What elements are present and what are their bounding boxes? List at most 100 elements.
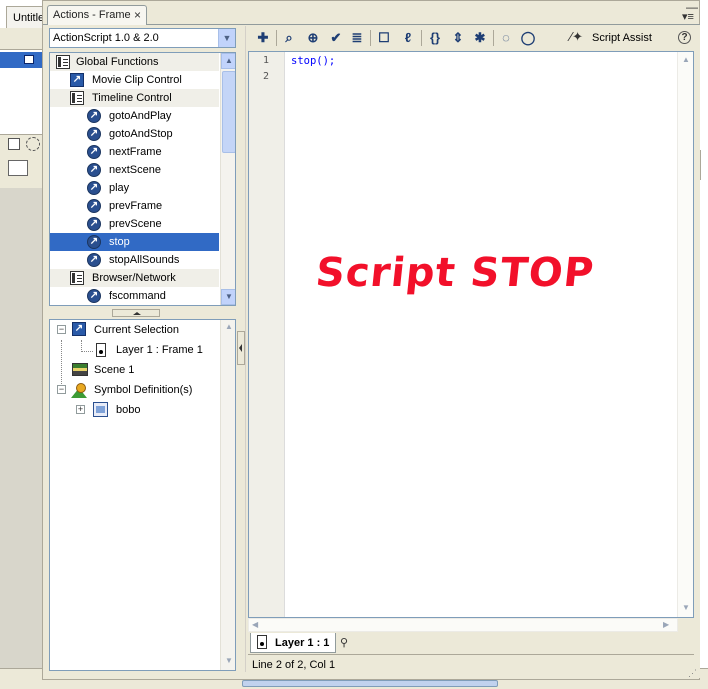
close-icon[interactable]: × [134, 8, 141, 22]
toolbox-item-label: fscommand [109, 290, 166, 302]
collapse-left-pane-handle[interactable] [237, 331, 245, 365]
scroll-up-icon[interactable]: ▲ [682, 55, 690, 64]
debug-options-icon[interactable]: ℓ [398, 28, 418, 48]
background-selected-row[interactable] [0, 52, 42, 68]
nav-symbol-bobo[interactable]: + bobo [50, 400, 220, 420]
cursor-position: Line 2 of 2, Col 1 [252, 659, 336, 671]
toolbox-item-label: prevFrame [109, 200, 163, 212]
chevron-down-icon[interactable]: ▼ [218, 29, 235, 47]
layer-tab-label: Layer 1 : 1 [275, 637, 330, 649]
scrollbar-thumb[interactable] [222, 71, 235, 153]
nav-frame[interactable]: Layer 1 : Frame 1 [50, 340, 220, 360]
editor-horizontal-scrollbar[interactable]: ◀ ▶ [248, 618, 678, 632]
function-icon: ↗ [87, 163, 101, 177]
toolbar-separator [370, 30, 371, 46]
check-syntax-icon[interactable]: ✔ [326, 28, 346, 48]
toolbox-item-nextframe[interactable]: ↗ nextFrame [50, 143, 219, 161]
apply-line-comment-icon[interactable]: ◯ [518, 28, 538, 48]
toolbox-item-stop[interactable]: ↗ stop [50, 233, 219, 251]
scene-icon [72, 363, 88, 376]
toolbox-item-gotoandstop[interactable]: ↗ gotoAndStop [50, 125, 219, 143]
toolbox-item-label: gotoAndPlay [109, 110, 172, 122]
toolbox-item-prevscene[interactable]: ↗ prevScene [50, 215, 219, 233]
find-icon[interactable]: ⌕ [279, 28, 299, 48]
background-toolbar [0, 28, 42, 50]
nav-current-selection[interactable]: − ↗ Current Selection [50, 320, 220, 340]
background-scrollbar-thumb[interactable] [242, 680, 498, 687]
scroll-down-icon[interactable]: ▼ [221, 289, 235, 305]
add-statement-icon[interactable]: ✚ [253, 28, 273, 48]
layer-tab[interactable]: Layer 1 : 1 [250, 633, 336, 653]
script-editor[interactable]: 1 2 stop(); ▲ ▼ [248, 51, 694, 618]
collapse-between-braces-icon[interactable]: {} [425, 28, 445, 48]
pane-divider [245, 26, 246, 672]
expand-all-icon[interactable]: ✱ [470, 28, 490, 48]
status-bar: Line 2 of 2, Col 1 [248, 654, 694, 672]
panel-options-menu-icon[interactable]: ▾≡ [682, 10, 694, 23]
editor-vertical-scrollbar[interactable]: ▲ ▼ [677, 52, 693, 617]
actions-toolbar: ✚ ⌕ ⊕ ✔ ≣ ☐ ℓ {} ⇕ ✱ ◌ ◯ ⁄✦ Script Assis… [248, 26, 698, 50]
toolbox-collapse-handle[interactable] [112, 309, 160, 317]
onion-skin-icon[interactable] [26, 137, 40, 151]
navigator-scrollbar[interactable]: ▲ ▼ [220, 320, 235, 670]
insert-layer-icon[interactable] [8, 138, 20, 150]
auto-format-icon[interactable]: ≣ [347, 28, 367, 48]
collapse-icon[interactable]: − [57, 325, 66, 334]
expand-icon[interactable]: + [76, 405, 85, 414]
toolbox-item-label: stopAllSounds [109, 254, 180, 266]
actions-panel-tab[interactable]: Actions - Frame × [47, 5, 147, 25]
help-icon[interactable]: ? [678, 31, 691, 44]
toolbox-item-label: play [109, 182, 130, 194]
collapse-selection-icon[interactable]: ⇕ [448, 28, 468, 48]
function-icon: ↗ [87, 253, 101, 267]
nav-symbol-definitions[interactable]: − Symbol Definition(s) [50, 380, 220, 400]
scroll-down-icon[interactable]: ▼ [682, 603, 690, 612]
actions-toolbox: Global Functions ↗ Movie Clip Control Timel… [49, 52, 236, 306]
toolbox-item-prevframe[interactable]: ↗ prevFrame [50, 197, 219, 215]
collapse-icon[interactable]: − [57, 385, 66, 394]
scroll-right-icon[interactable]: ▶ [663, 620, 669, 629]
scroll-up-icon[interactable]: ▲ [225, 322, 233, 331]
script-navigator: − ↗ Current Selection Layer 1 : Frame 1 … [49, 319, 236, 671]
toolbox-item-stopallsounds[interactable]: ↗ stopAllSounds [50, 251, 219, 269]
movieclip-icon: ↗ [70, 73, 84, 87]
scroll-up-icon[interactable]: ▲ [221, 53, 235, 69]
show-code-hint-icon[interactable]: ☐ [374, 28, 394, 48]
toolbox-item-timeline-control[interactable]: Timeline Control [50, 89, 219, 107]
function-icon: ↗ [87, 289, 101, 303]
nav-scene[interactable]: Scene 1 [50, 360, 220, 380]
function-icon: ↗ [87, 217, 101, 231]
scroll-left-icon[interactable]: ◀ [252, 620, 258, 629]
function-icon: ↗ [87, 199, 101, 213]
toolbox-item-label: Global Functions [76, 56, 159, 68]
pin-script-icon[interactable]: ⚲ [340, 636, 354, 649]
book-icon [70, 271, 84, 285]
toolbox-item-nextscene[interactable]: ↗ nextScene [50, 161, 219, 179]
nav-label: bobo [116, 404, 141, 416]
layer-icon [24, 55, 34, 64]
toolbar-separator [493, 30, 494, 46]
scroll-down-icon[interactable]: ▼ [225, 656, 233, 665]
line-number-gutter: 1 2 [249, 52, 285, 617]
actionscript-version-select[interactable]: ActionScript 1.0 & 2.0 ▼ [49, 28, 236, 48]
background-stage [0, 188, 42, 668]
edit-multiple-frames-icon[interactable] [8, 160, 28, 176]
toolbox-item-global-functions[interactable]: Global Functions [50, 53, 219, 71]
toolbox-scrollbar[interactable]: ▲ ▼ [220, 53, 235, 305]
function-icon: ↗ [87, 127, 101, 141]
toolbox-item-browser-network[interactable]: Browser/Network [50, 269, 219, 287]
resize-grip-icon[interactable]: ⋰ [688, 668, 697, 679]
toolbox-item-gotoandplay[interactable]: ↗ gotoAndPlay [50, 107, 219, 125]
toolbox-item-play[interactable]: ↗ play [50, 179, 219, 197]
apply-block-comment-icon[interactable]: ◌ [496, 28, 516, 48]
insert-target-path-icon[interactable]: ⊕ [303, 28, 323, 48]
toolbox-item-label: gotoAndStop [109, 128, 173, 140]
graphic-symbol-icon [93, 402, 108, 417]
code-line[interactable]: stop(); [291, 55, 335, 67]
toolbar-separator [421, 30, 422, 46]
toolbox-item-fscommand[interactable]: ↗ fscommand [50, 287, 219, 305]
keyframe-icon [96, 343, 106, 357]
function-icon: ↗ [87, 181, 101, 195]
toolbox-item-label: Movie Clip Control [92, 74, 182, 86]
toolbox-item-movie-clip-control[interactable]: ↗ Movie Clip Control [50, 71, 219, 89]
